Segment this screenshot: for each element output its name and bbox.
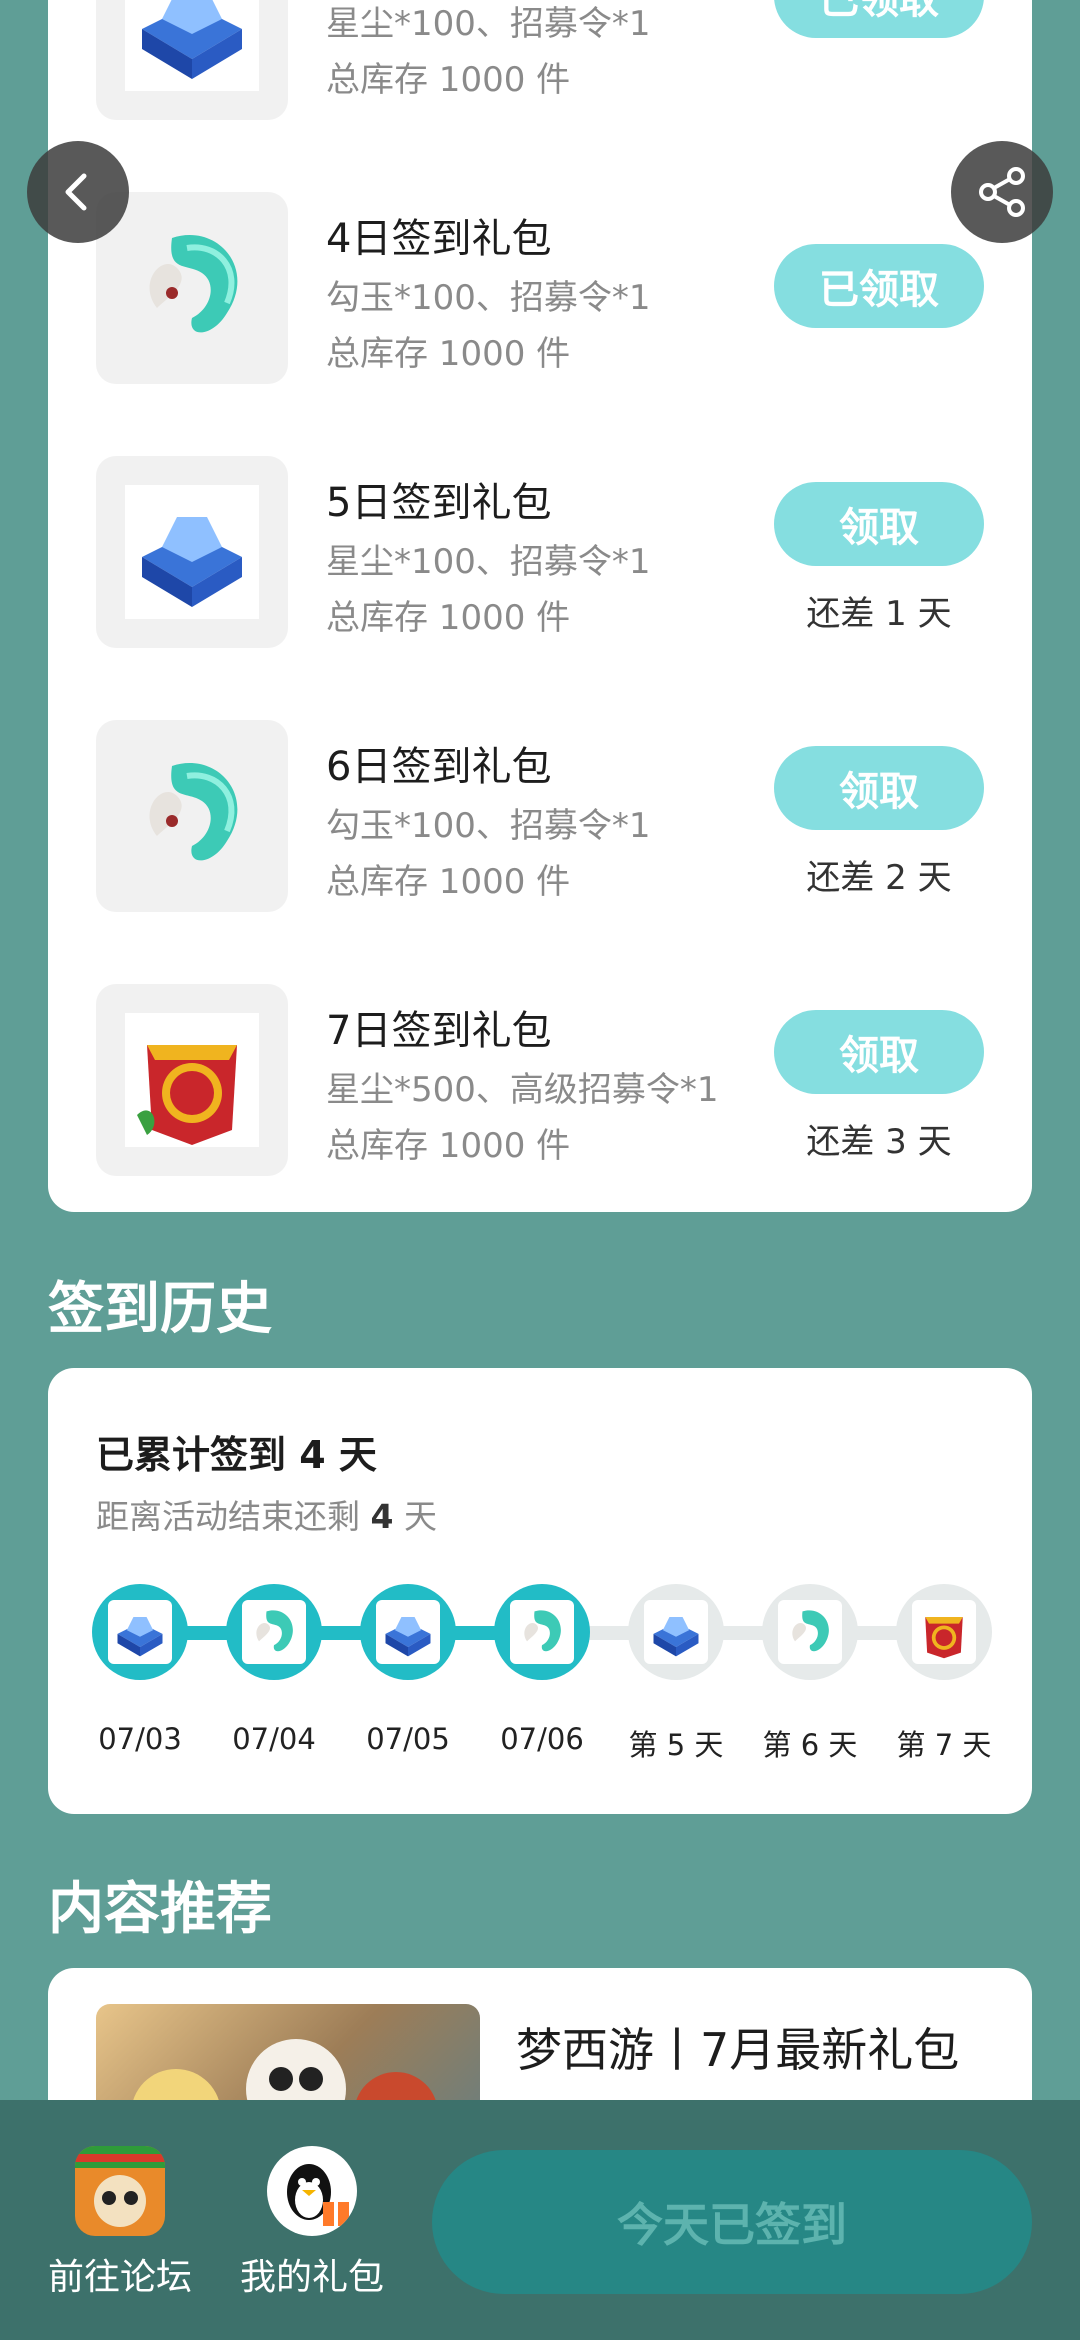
gift-thumb	[96, 984, 288, 1176]
jade-magatama-icon	[510, 1600, 574, 1664]
recruit-scroll-icon	[912, 1600, 976, 1664]
gift-remaining-days: 还差 1 天	[806, 594, 952, 634]
gift-remaining-days: 还差 2 天	[806, 858, 952, 898]
day-node	[628, 1584, 724, 1680]
game-forum-icon	[75, 2146, 165, 2236]
crystal-box-icon	[125, 0, 259, 91]
my-gifts-button[interactable]: 我的礼包	[212, 2146, 412, 2300]
gift-claimed-button[interactable]: 已领取	[774, 0, 984, 38]
cumulative-signin: 已累计签到 4 天	[96, 1433, 377, 1477]
gift-desc: 星尘*100、招募令*1	[326, 542, 651, 582]
day-label: 第 6 天	[762, 1728, 858, 1762]
gift-title: 4日签到礼包	[326, 216, 552, 262]
days-until-end: 距离活动结束还剩 4 天	[96, 1497, 437, 1536]
day-node	[494, 1584, 590, 1680]
my-gifts-label: 我的礼包	[239, 2257, 384, 2298]
day-node	[92, 1584, 188, 1680]
jade-magatama-icon	[149, 235, 238, 333]
day-node	[360, 1584, 456, 1680]
day-label: 07/03	[98, 1722, 182, 1756]
gift-remaining-days: 还差 3 天	[806, 1122, 952, 1162]
day-label: 07/05	[366, 1722, 450, 1756]
progress-track-done	[140, 1626, 540, 1640]
chevron-left-icon	[65, 173, 87, 211]
jade-magatama-icon	[242, 1600, 306, 1664]
gift-stock: 总库存 1000 件	[326, 334, 571, 374]
gift-desc: 星尘*100、招募令*1	[326, 4, 651, 44]
gift-row-day7: 7日签到礼包 星尘*500、高级招募令*1 总库存 1000 件 领取 还差 3…	[48, 984, 1032, 1180]
gift-row-day6: 6日签到礼包 勾玉*100、招募令*1 总库存 1000 件 领取 还差 2 天	[48, 720, 1032, 916]
day-label: 07/06	[500, 1722, 584, 1756]
gift-thumb	[96, 0, 288, 120]
recruit-scroll-icon	[125, 1013, 259, 1147]
gift-desc: 星尘*500、高级招募令*1	[326, 1070, 719, 1110]
gift-title: 6日签到礼包	[326, 744, 552, 790]
crystal-box-icon	[644, 1600, 708, 1664]
gift-thumb	[96, 456, 288, 648]
forum-label: 前往论坛	[47, 2257, 192, 2298]
back-button[interactable]	[27, 141, 129, 243]
forum-button[interactable]: 前往论坛	[20, 2146, 220, 2300]
gift-desc: 勾玉*100、招募令*1	[326, 806, 651, 846]
day-label: 第 7 天	[896, 1728, 992, 1762]
gift-desc: 勾玉*100、招募令*1	[326, 278, 651, 318]
gift-stock: 总库存 1000 件	[326, 60, 571, 100]
qq-gift-icon	[267, 2146, 357, 2236]
share-button[interactable]	[951, 141, 1053, 243]
gift-claimed-button[interactable]: 已领取	[774, 244, 984, 328]
gift-claim-button[interactable]: 领取	[774, 482, 984, 566]
gift-stock: 总库存 1000 件	[326, 862, 571, 902]
gift-row-day5: 5日签到礼包 星尘*100、招募令*1 总库存 1000 件 领取 还差 1 天	[48, 456, 1032, 652]
day-label: 07/04	[232, 1722, 316, 1756]
day-node	[226, 1584, 322, 1680]
crystal-box-icon	[108, 1600, 172, 1664]
jade-magatama-icon	[149, 763, 238, 861]
gift-title: 7日签到礼包	[326, 1008, 552, 1054]
crystal-box-icon	[125, 485, 259, 619]
gift-stock: 总库存 1000 件	[326, 598, 571, 638]
gift-thumb	[96, 192, 288, 384]
gift-row-day4: 4日签到礼包 勾玉*100、招募令*1 总库存 1000 件 已领取	[48, 192, 1032, 388]
day-node	[762, 1584, 858, 1680]
day-node	[896, 1584, 992, 1680]
gift-claim-button[interactable]: 领取	[774, 1010, 984, 1094]
recommend-section-title: 内容推荐	[48, 1877, 272, 1942]
gift-thumb	[96, 720, 288, 912]
history-card: 已累计签到 4 天 距离活动结束还剩 4 天 07/03 07/04 07/05 07…	[48, 1368, 1032, 1814]
gift-title: 5日签到礼包	[326, 480, 552, 526]
jade-magatama-icon	[778, 1600, 842, 1664]
gift-row-day3: 星尘*100、招募令*1 总库存 1000 件 已领取	[48, 0, 1032, 124]
history-section-title: 签到历史	[48, 1277, 272, 1342]
signed-today-button[interactable]: 今天已签到	[432, 2150, 1032, 2294]
gift-stock: 总库存 1000 件	[326, 1126, 571, 1166]
share-icon	[979, 167, 1025, 217]
gift-claim-button[interactable]: 领取	[774, 746, 984, 830]
day-label: 第 5 天	[628, 1728, 724, 1762]
bottom-action-bar: 前往论坛 我的礼包 今天已签到	[0, 2100, 1080, 2340]
crystal-box-icon	[376, 1600, 440, 1664]
